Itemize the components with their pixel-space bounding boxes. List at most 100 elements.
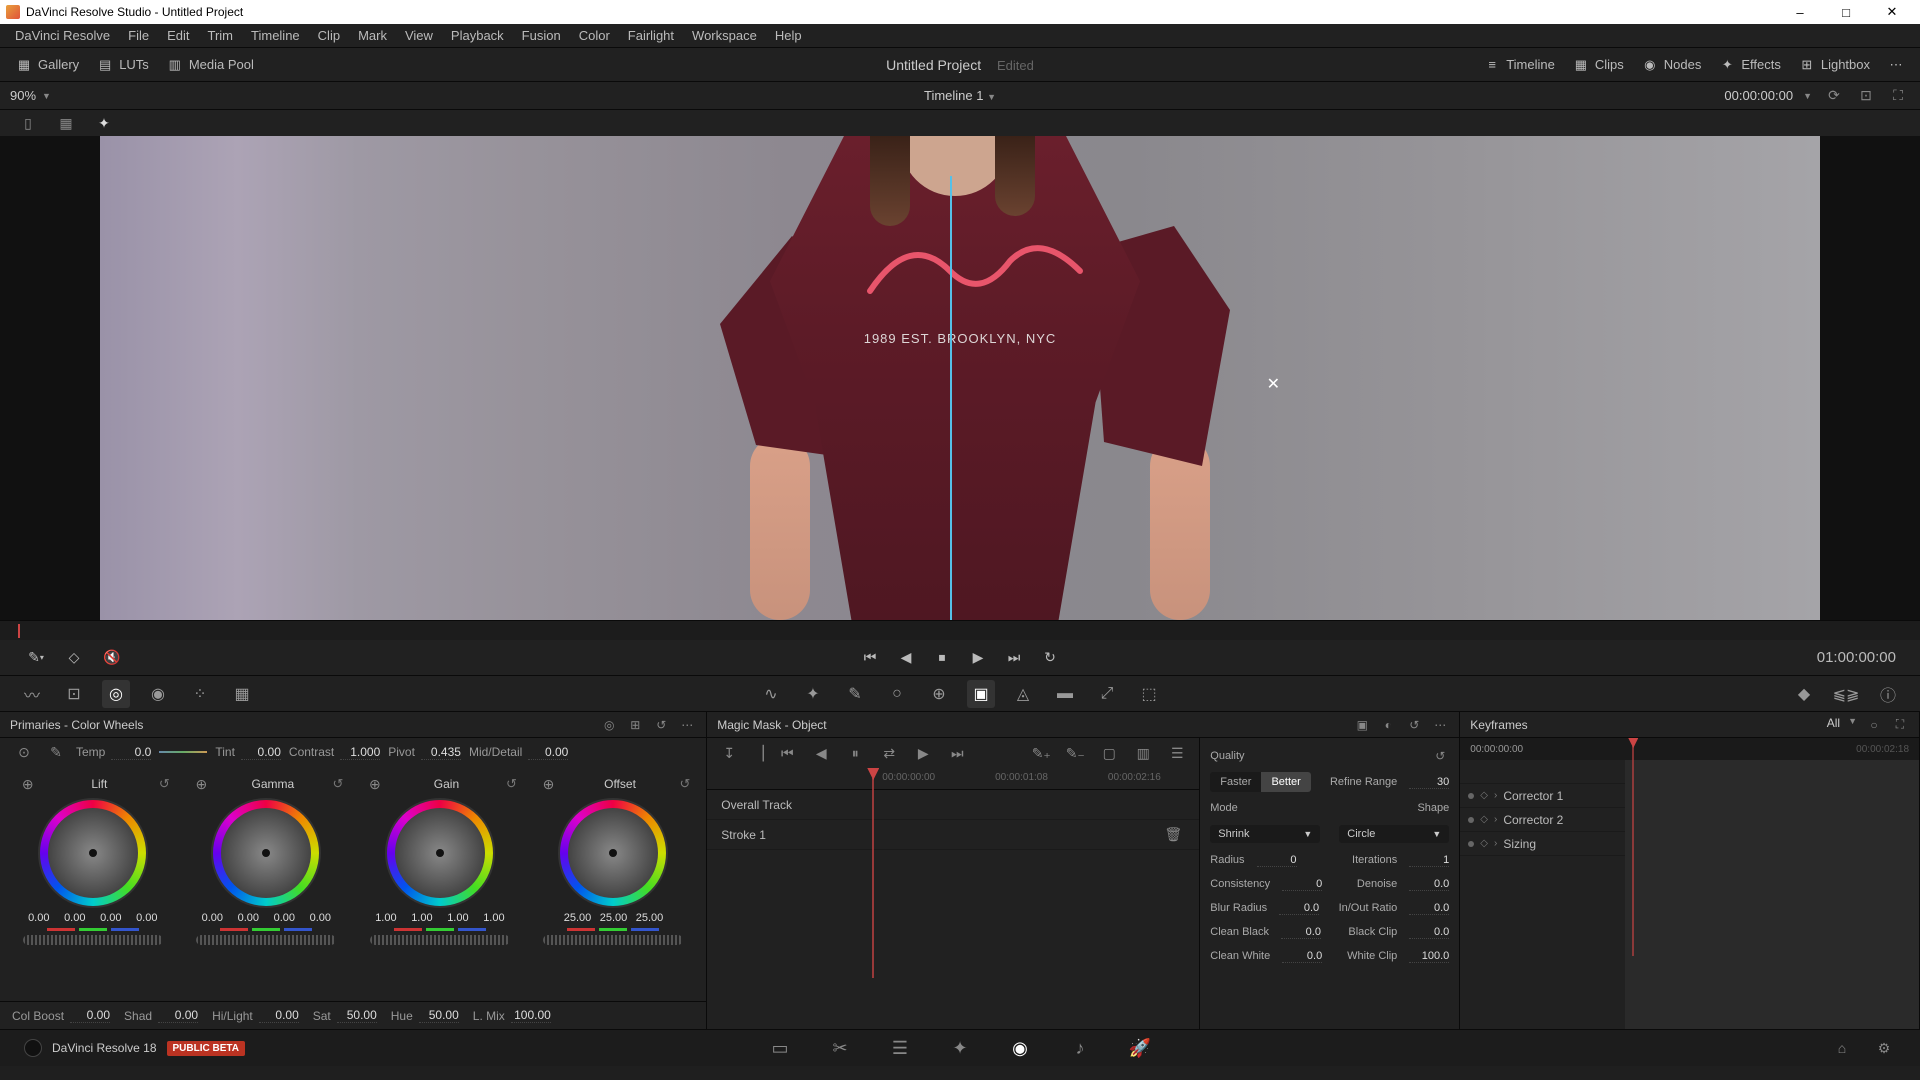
keyframe-mode-icon[interactable]: ◆ (1790, 680, 1818, 708)
fusion-page-icon[interactable]: ✦ (948, 1038, 972, 1058)
warper-icon[interactable]: ✦ (799, 680, 827, 708)
luts-button[interactable]: ▤LUTs (97, 57, 149, 73)
sizing-icon[interactable]: ⤢ (1093, 680, 1121, 708)
shape-select[interactable]: Circle▼ (1339, 825, 1449, 843)
blur-icon[interactable]: ◬ (1009, 680, 1037, 708)
cut-page-icon[interactable]: ✂ (828, 1038, 852, 1058)
invert-icon[interactable]: ◐ (1379, 716, 1397, 734)
play-button[interactable]: ▶ (966, 646, 990, 670)
tracker-icon[interactable]: ⊕ (925, 680, 953, 708)
curves-palette-icon[interactable]: ∿ (757, 680, 785, 708)
link-icon[interactable]: ↧ (717, 743, 741, 763)
picker-icon[interactable]: ⊕ (536, 774, 560, 794)
lift-jog[interactable] (23, 935, 163, 945)
mute-icon[interactable]: 🔇 (100, 646, 124, 670)
wheels-mode-icon[interactable]: ⊞ (626, 716, 644, 734)
options-icon[interactable]: ⋯ (1431, 716, 1449, 734)
effects-button[interactable]: ✦Effects (1719, 57, 1781, 73)
gain-wheel[interactable] (385, 798, 495, 908)
info-icon[interactable]: ⓘ (1874, 680, 1902, 708)
kf-expand-icon[interactable]: ⛶ (1891, 716, 1909, 734)
menu-edit[interactable]: Edit (158, 24, 198, 48)
split-screen-icon[interactable]: ▦ (54, 113, 78, 133)
reset-icon[interactable]: ↺ (332, 776, 343, 792)
timeline-button[interactable]: ≡Timeline (1484, 57, 1555, 73)
reset-icon[interactable]: ↺ (506, 776, 517, 792)
track-prev-icon[interactable]: ◀ (809, 743, 833, 763)
track-pause-icon[interactable]: ⏸ (843, 743, 867, 763)
lift-wheel[interactable] (38, 798, 148, 908)
track-last-icon[interactable]: ⏭ (945, 743, 969, 763)
add-stroke-icon[interactable]: ✎₊ (1029, 743, 1053, 763)
highlight-icon[interactable]: ✦ (92, 113, 116, 133)
bypass-icon[interactable]: ⟳ (1822, 86, 1846, 106)
chevron-right-icon[interactable]: › (1494, 814, 1497, 825)
record-dot-icon[interactable] (1468, 793, 1474, 799)
playhead-icon[interactable] (18, 624, 20, 638)
hue-value[interactable]: 50.00 (419, 1008, 459, 1023)
close-button[interactable]: ✕ (1870, 1, 1914, 23)
contrast-value[interactable]: 1.000 (340, 745, 380, 760)
tint-value[interactable]: 0.00 (241, 745, 281, 760)
menu-help[interactable]: Help (766, 24, 811, 48)
auto-balance-icon[interactable]: ◎ (600, 716, 618, 734)
maximize-button[interactable]: □ (1824, 1, 1868, 23)
refine-range-value[interactable]: 30 (1409, 776, 1449, 789)
picker-icon[interactable]: ⊕ (189, 774, 213, 794)
settings-icon[interactable]: ☰ (1165, 743, 1189, 763)
unmix-icon[interactable]: ◇ (62, 646, 86, 670)
picker-icon[interactable]: ⊙ (12, 742, 36, 762)
menu-clip[interactable]: Clip (309, 24, 349, 48)
subtract-stroke-icon[interactable]: ✎₋ (1063, 743, 1087, 763)
keyframes-all-dropdown[interactable]: All (1827, 716, 1840, 734)
mm-overall-track-row[interactable]: Overall Track (707, 790, 1199, 820)
shad-value[interactable]: 0.00 (158, 1008, 198, 1023)
home-icon[interactable]: ⌂ (1830, 1038, 1854, 1058)
lmix-value[interactable]: 100.00 (511, 1008, 551, 1023)
menu-mark[interactable]: Mark (349, 24, 396, 48)
pivot-value[interactable]: 0.435 (421, 745, 461, 760)
chevron-down-icon[interactable]: ▼ (1803, 91, 1812, 101)
menu-file[interactable]: File (119, 24, 158, 48)
menu-workspace[interactable]: Workspace (683, 24, 766, 48)
gamma-jog[interactable] (196, 935, 336, 945)
highlight-icon[interactable]: ⊡ (1854, 86, 1878, 106)
reset-icon[interactable]: ↺ (652, 716, 670, 734)
wheel-values[interactable]: 1.001.001.001.00 (370, 912, 510, 924)
gallery-button[interactable]: ▦Gallery (16, 57, 79, 73)
reset-icon[interactable]: ↺ (680, 776, 691, 792)
kf-timebar[interactable]: 00:00:00:00 00:00:02:18 (1460, 738, 1919, 760)
nodes-button[interactable]: ◉Nodes (1642, 57, 1702, 73)
show-paint-icon[interactable]: ▥ (1131, 743, 1155, 763)
lightbox-button[interactable]: ⊞Lightbox (1799, 57, 1870, 73)
menu-color[interactable]: Color (570, 24, 619, 48)
hdr-wheels-icon[interactable]: ◉ (144, 680, 172, 708)
colboost-value[interactable]: 0.00 (70, 1008, 110, 1023)
qualifier-icon[interactable]: ✎ (841, 680, 869, 708)
options-icon[interactable]: ⋯ (678, 716, 696, 734)
magic-mask-icon[interactable]: ▣ (967, 680, 995, 708)
menu-view[interactable]: View (396, 24, 442, 48)
media-pool-button[interactable]: ▥Media Pool (167, 57, 254, 73)
wheel-values[interactable]: 25.0025.0025.00 (561, 912, 665, 924)
motion-effects-icon[interactable]: ▦ (228, 680, 256, 708)
record-dot-icon[interactable] (1468, 817, 1474, 823)
gamma-wheel[interactable] (211, 798, 321, 908)
temp-value[interactable]: 0.0 (111, 745, 151, 760)
hilight-value[interactable]: 0.00 (259, 1008, 299, 1023)
menu-davinciresolve[interactable]: DaVinci Resolve (6, 24, 119, 48)
image-wipe-icon[interactable]: ▯ (16, 113, 40, 133)
viewer[interactable]: 1989 EST. BROOKLYN, NYC ✕ (0, 136, 1920, 620)
track-both-icon[interactable]: ⇄ (877, 743, 901, 763)
color-wheels-icon[interactable]: ◎ (102, 680, 130, 708)
clips-button[interactable]: ▦Clips (1573, 57, 1624, 73)
track-first-icon[interactable]: ⏮ (775, 743, 799, 763)
mode-select[interactable]: Shrink▼ (1210, 825, 1320, 843)
first-frame-button[interactable]: ⏮ (858, 646, 882, 670)
picker-icon[interactable]: ⊕ (363, 774, 387, 794)
rgb-mixer-icon[interactable]: ⁘ (186, 680, 214, 708)
menu-trim[interactable]: Trim (199, 24, 243, 48)
reset-icon[interactable]: ↺ (1405, 716, 1423, 734)
menu-timeline[interactable]: Timeline (242, 24, 309, 48)
scopes-icon[interactable]: ⫹⫺ (1832, 680, 1860, 708)
